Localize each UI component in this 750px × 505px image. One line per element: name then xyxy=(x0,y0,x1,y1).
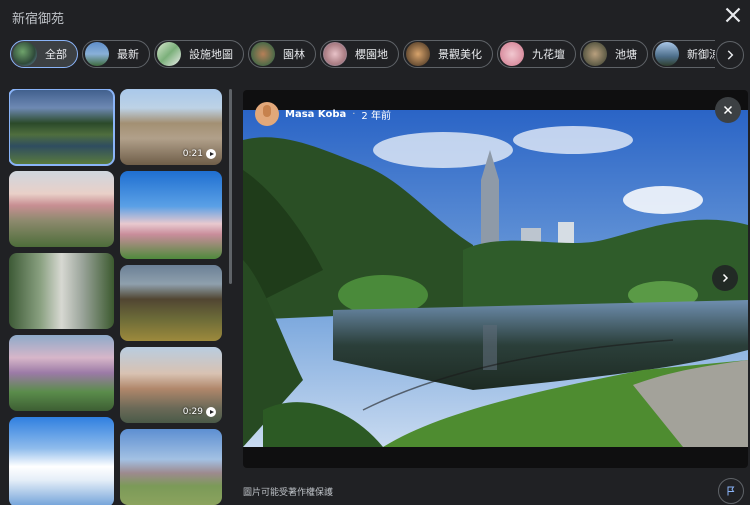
chip-label: 設施地圖 xyxy=(189,48,233,61)
chip-label: 新御涼亭（舊 xyxy=(687,48,715,61)
chip-thumbnail xyxy=(500,42,524,66)
chip-label: 景觀美化 xyxy=(438,48,482,61)
chip-thumbnail xyxy=(655,42,679,66)
time-ago: 2 年前 xyxy=(361,110,391,122)
flag-icon[interactable] xyxy=(718,478,744,504)
chip-pavilion[interactable]: 新御涼亭（舊 xyxy=(652,40,715,68)
photo-grid: 0:21 0:29 xyxy=(9,89,224,505)
video-duration: 0:29 xyxy=(183,407,216,417)
chip-thumbnail xyxy=(85,42,109,66)
chip-label: 池塘 xyxy=(615,48,637,61)
chip-label: 櫻園地 xyxy=(355,48,388,61)
close-icon[interactable] xyxy=(715,97,741,123)
copyright-note: 圖片可能受著作權保護 xyxy=(243,488,334,498)
chip-latest[interactable]: 最新 xyxy=(82,40,150,68)
page-title: 新宿御苑 xyxy=(12,12,65,27)
chip-thumbnail xyxy=(13,42,37,66)
photo-tile[interactable] xyxy=(9,417,114,505)
photo-tile[interactable] xyxy=(9,335,114,411)
chip-all[interactable]: 全部 xyxy=(10,40,78,68)
author-name[interactable]: Masa Koba xyxy=(285,109,346,120)
category-chips: 全部 最新 設施地圖 園林 櫻園地 景觀美化 九花壇 池塘 新御涼亭（舊 xyxy=(10,40,715,70)
play-icon xyxy=(206,407,216,417)
photo-tile[interactable] xyxy=(120,171,222,259)
avatar[interactable] xyxy=(255,102,279,126)
chip-pond[interactable]: 池塘 xyxy=(580,40,648,68)
main-photo[interactable] xyxy=(243,110,748,447)
chip-thumbnail xyxy=(406,42,430,66)
chevron-right-icon[interactable] xyxy=(716,41,744,69)
chip-thumbnail xyxy=(157,42,181,66)
photo-viewer: Masa Koba · 2 年前 xyxy=(243,90,748,468)
chip-flower-bed[interactable]: 九花壇 xyxy=(497,40,576,68)
chip-cherry-area[interactable]: 櫻園地 xyxy=(320,40,399,68)
chip-thumbnail xyxy=(251,42,275,66)
author-info: Masa Koba · 2 年前 xyxy=(255,102,391,126)
chip-facility-map[interactable]: 設施地圖 xyxy=(154,40,244,68)
separator: · xyxy=(352,108,356,120)
photo-tile[interactable] xyxy=(120,429,222,505)
chip-thumbnail xyxy=(583,42,607,66)
chip-label: 九花壇 xyxy=(532,48,565,61)
close-icon[interactable] xyxy=(720,2,746,28)
chip-label: 最新 xyxy=(117,48,139,61)
play-icon xyxy=(206,149,216,159)
photo-tile[interactable] xyxy=(9,89,115,166)
video-duration: 0:21 xyxy=(183,149,216,159)
scrollbar[interactable] xyxy=(229,89,232,284)
chip-thumbnail xyxy=(323,42,347,66)
chevron-right-icon[interactable] xyxy=(712,265,738,291)
chip-garden[interactable]: 園林 xyxy=(248,40,316,68)
photo-tile[interactable] xyxy=(120,265,222,341)
chip-label: 全部 xyxy=(45,48,67,61)
photo-tile[interactable] xyxy=(9,171,114,247)
chip-label: 園林 xyxy=(283,48,305,61)
video-tile[interactable]: 0:21 xyxy=(120,89,222,165)
chip-landscaping[interactable]: 景觀美化 xyxy=(403,40,493,68)
video-tile[interactable]: 0:29 xyxy=(120,347,222,423)
photo-tile[interactable] xyxy=(9,253,114,329)
